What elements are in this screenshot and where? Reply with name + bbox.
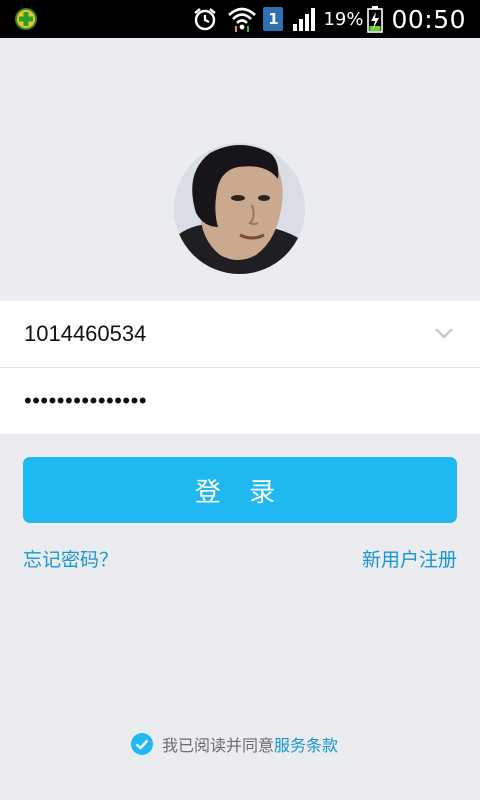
app-cross-icon xyxy=(14,7,38,31)
register-link[interactable]: 新用户注册 xyxy=(362,545,457,572)
checkmark-icon[interactable] xyxy=(130,732,154,756)
signal-icon xyxy=(291,6,319,32)
forgot-password-link[interactable]: 忘记密码？ xyxy=(23,545,118,572)
terms-link[interactable]: 服务条款 xyxy=(274,732,338,756)
clock-time: 00:50 xyxy=(391,4,466,34)
status-bar: 1 19% 00:50 xyxy=(0,0,480,38)
password-field[interactable]: ••••••••••••••• xyxy=(0,368,480,434)
alarm-icon xyxy=(191,5,219,33)
notification-1-icon: 1 xyxy=(263,7,284,31)
status-icons: 1 19% 00:50 xyxy=(191,0,466,38)
account-field[interactable]: 1014460534 xyxy=(0,301,480,367)
battery-percent: 19% xyxy=(323,8,364,30)
battery-charging-icon xyxy=(367,5,384,33)
account-input[interactable]: 1014460534 xyxy=(24,301,146,367)
terms-agreement: 我已阅读并同意 服务条款 xyxy=(130,731,338,757)
login-button[interactable]: 登 录 xyxy=(23,457,457,523)
password-input[interactable]: ••••••••••••••• xyxy=(24,368,147,434)
agreement-text: 我已阅读并同意 xyxy=(162,736,275,755)
login-form: 1014460534 ••••••••••••••• xyxy=(0,301,480,434)
chevron-down-icon[interactable] xyxy=(434,323,454,343)
wifi-icon xyxy=(227,5,257,33)
avatar-photo xyxy=(174,143,305,274)
avatar[interactable] xyxy=(174,143,305,274)
